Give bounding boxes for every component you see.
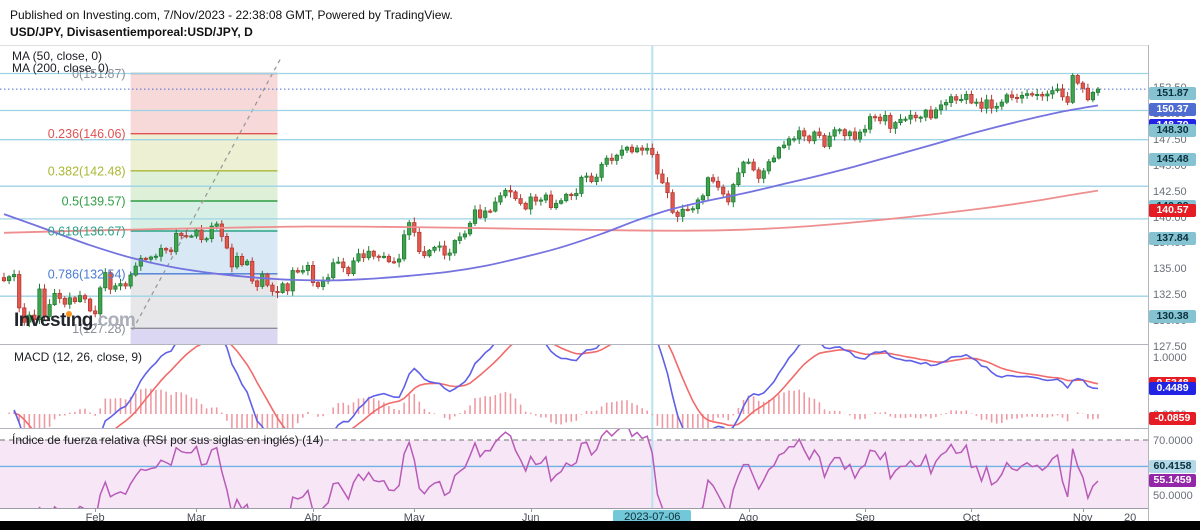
fib-retracement-bands[interactable]	[130, 72, 278, 345]
svg-text:0.382(142.48): 0.382(142.48)	[48, 164, 126, 178]
price-axis-badge-hline: 145.48	[1149, 153, 1196, 167]
price-axis-badge-hline: 130.38	[1149, 309, 1196, 323]
published-line: Published on Investing.com, 7/Nov/2023 -…	[10, 8, 453, 22]
watermark-text: Investing	[14, 310, 93, 331]
bottom-black-bar	[0, 521, 1200, 530]
price-axis-badge-hline: 137.84	[1149, 232, 1196, 246]
price-axis-badge-last: 150.37	[1149, 102, 1196, 116]
watermark-orange-dot-icon	[66, 311, 72, 317]
price-axis-badge-ma200: 140.57	[1149, 204, 1196, 218]
macd-pane[interactable]	[0, 345, 1148, 428]
svg-text:0.236(146.06): 0.236(146.06)	[48, 127, 126, 141]
svg-text:0.786(132.54): 0.786(132.54)	[48, 267, 126, 281]
price-axis-badge-hline: 148.30	[1149, 124, 1196, 137]
rsi-axis-tick: 70.0000	[1153, 435, 1193, 447]
macd-axis-tick: 1.0000	[1153, 352, 1187, 364]
rsi-indicator-label[interactable]: Índice de fuerza relativa (RSI por sus s…	[12, 433, 323, 447]
macd-axis-badge: 0.4489	[1149, 381, 1196, 395]
macd-indicator-label[interactable]: MACD (12, 26, close, 9)	[12, 350, 145, 364]
investing-watermark-logo: Investing.com	[14, 310, 136, 332]
price-axis[interactable]: 152.50150.00147.50145.00142.50140.00137.…	[1148, 45, 1200, 521]
svg-text:0.618(136.67): 0.618(136.67)	[48, 225, 126, 239]
rsi-axis-tick: 50.0000	[1153, 490, 1193, 502]
chart-title: USD/JPY, Divisasentiemporeal:USD/JPY, D	[10, 25, 253, 39]
rsi-axis-badge: 55.1459	[1149, 474, 1196, 488]
price-axis-tick: 142.50	[1153, 185, 1187, 198]
macd-histogram	[8, 388, 1099, 428]
rsi-axis-badge: 60.4158	[1149, 459, 1196, 473]
price-axis-badge-hline: 151.87	[1149, 87, 1196, 101]
rsi-band-fill	[0, 440, 1148, 508]
price-axis-tick: 135.00	[1153, 263, 1187, 276]
watermark-suffix: .com	[92, 310, 136, 331]
price-axis-tick: 132.50	[1153, 289, 1187, 302]
macd-axis-badge: -0.0859	[1149, 412, 1196, 426]
svg-text:0.5(139.57): 0.5(139.57)	[62, 195, 126, 209]
price-pane[interactable]: 0(151.87) 0.236(146.06) 0.382(142.48) 0.5(1…	[0, 46, 1148, 344]
ma200-indicator-label[interactable]: MA (200, close, 0)	[12, 61, 109, 75]
